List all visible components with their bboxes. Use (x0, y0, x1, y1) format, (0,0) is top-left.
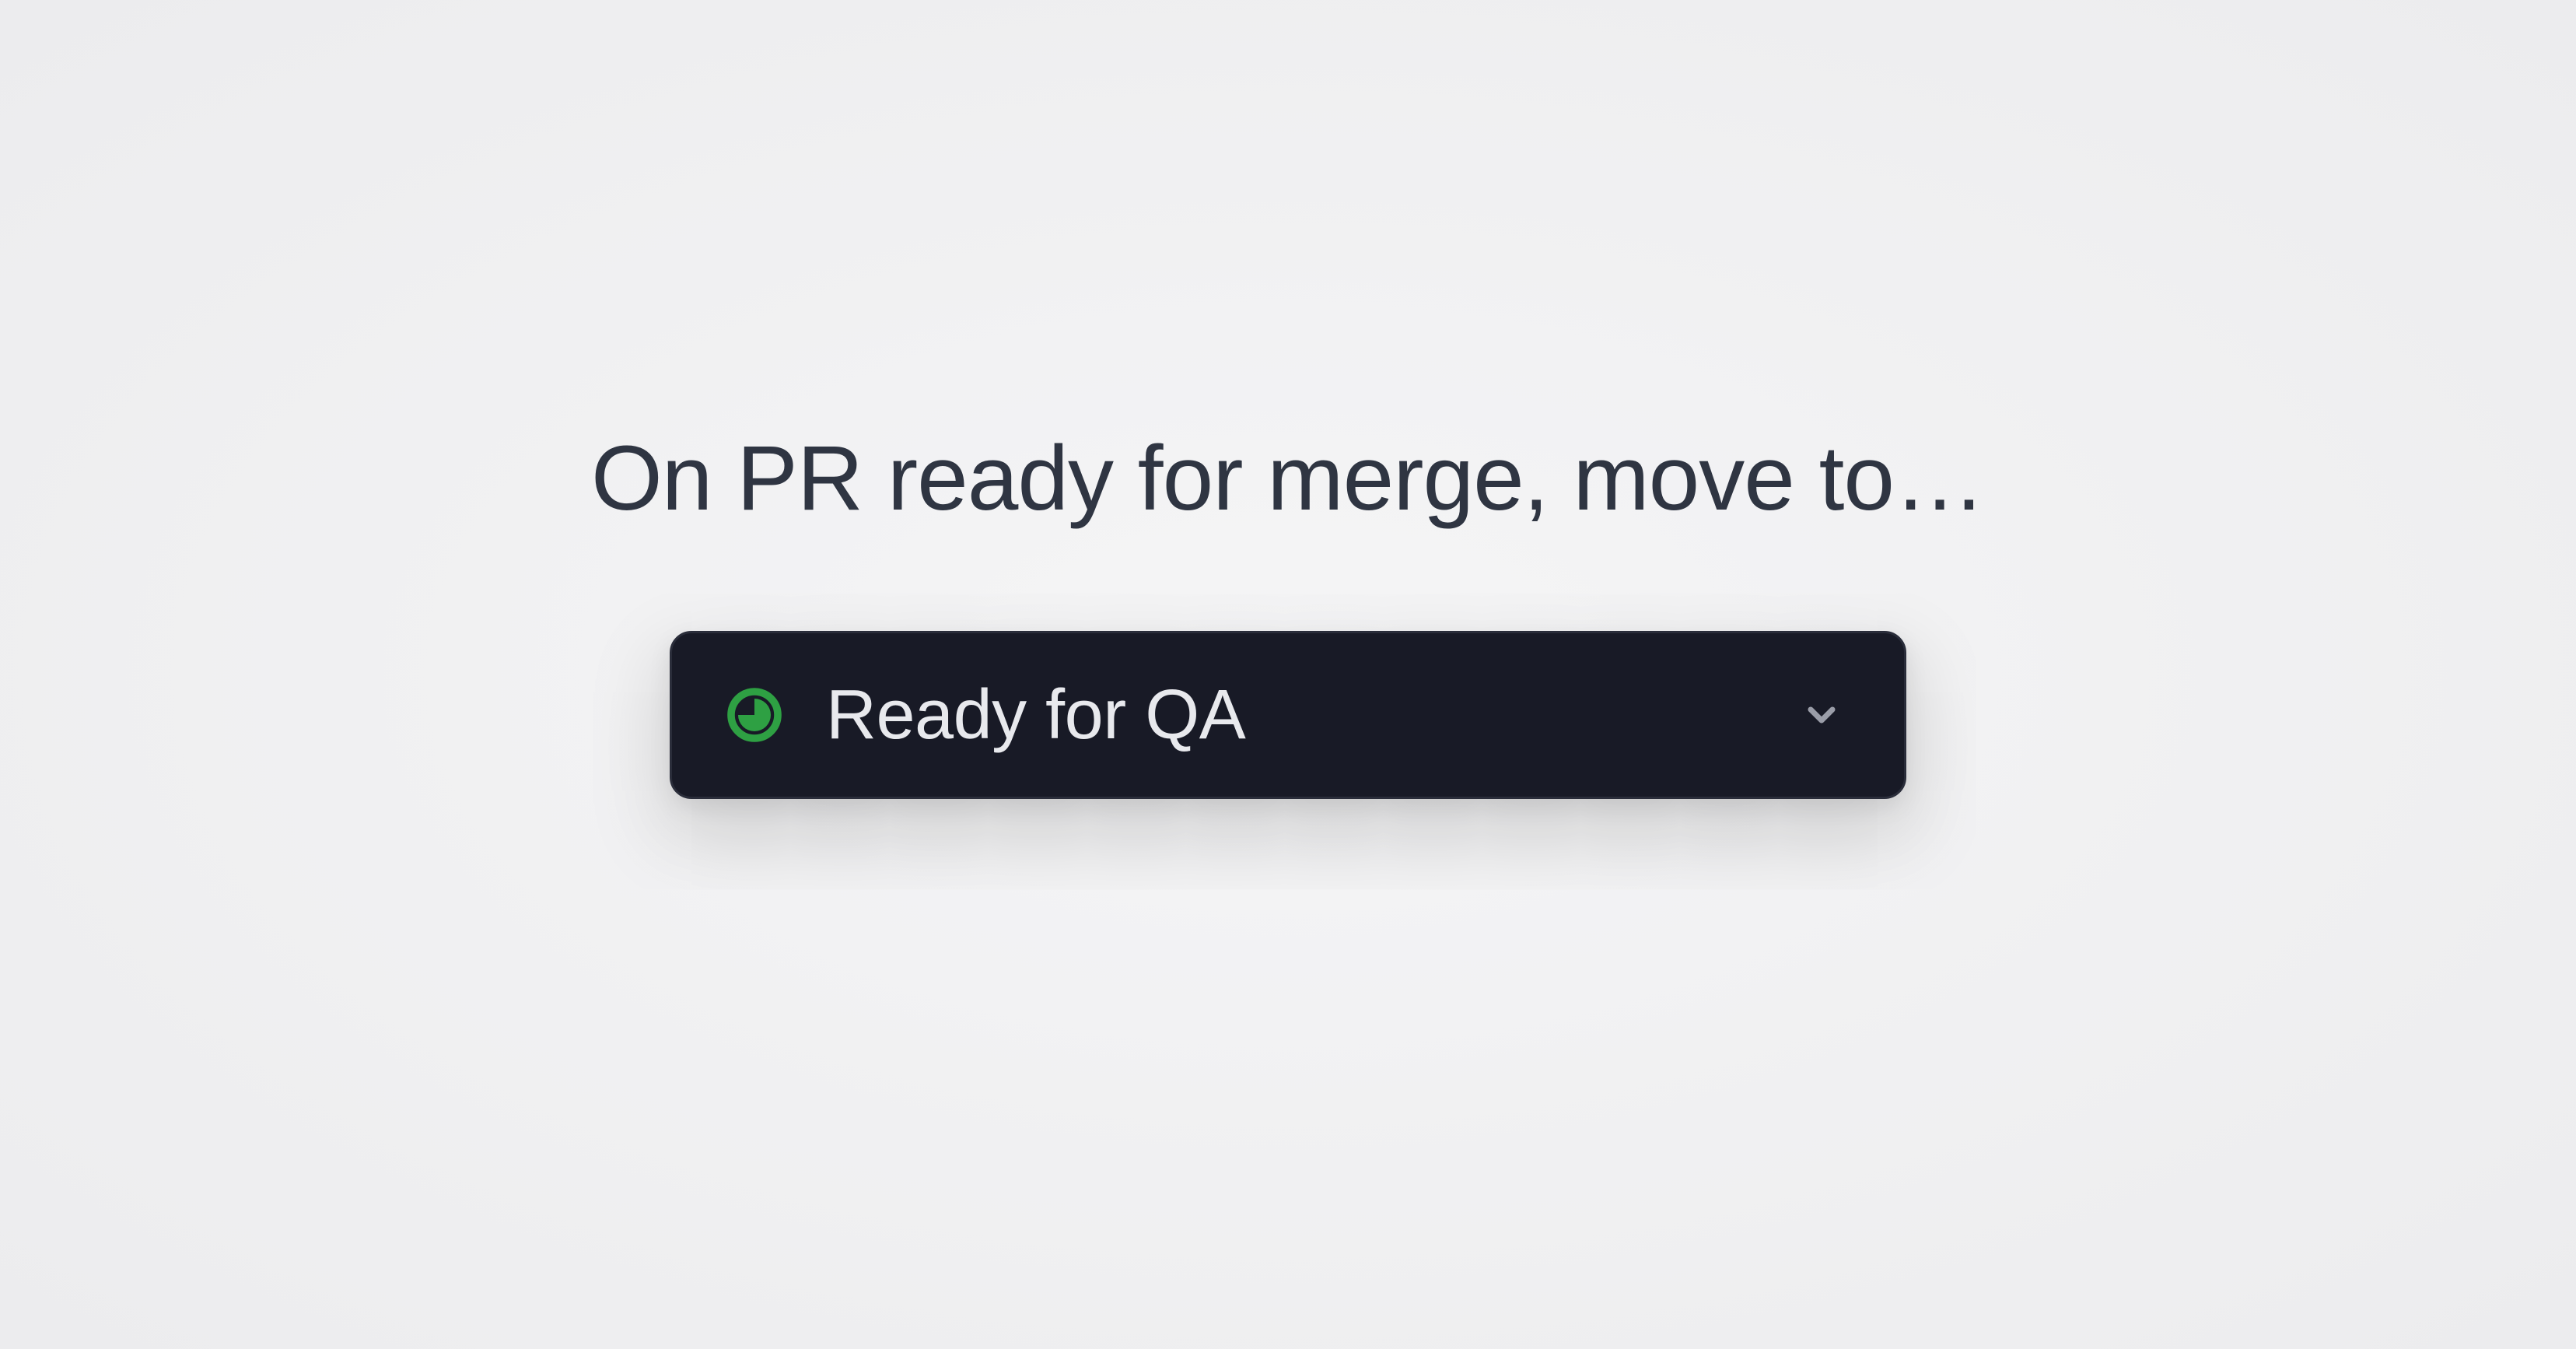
status-select-label: Ready for QA (826, 675, 1750, 755)
chevron-down-icon (1794, 687, 1850, 743)
status-select[interactable]: Ready for QA (670, 631, 1906, 799)
three-quarter-circle-icon (726, 687, 782, 743)
automation-rule-card: On PR ready for merge, move to… Ready fo… (591, 426, 1985, 799)
automation-rule-heading: On PR ready for merge, move to… (591, 426, 1985, 531)
